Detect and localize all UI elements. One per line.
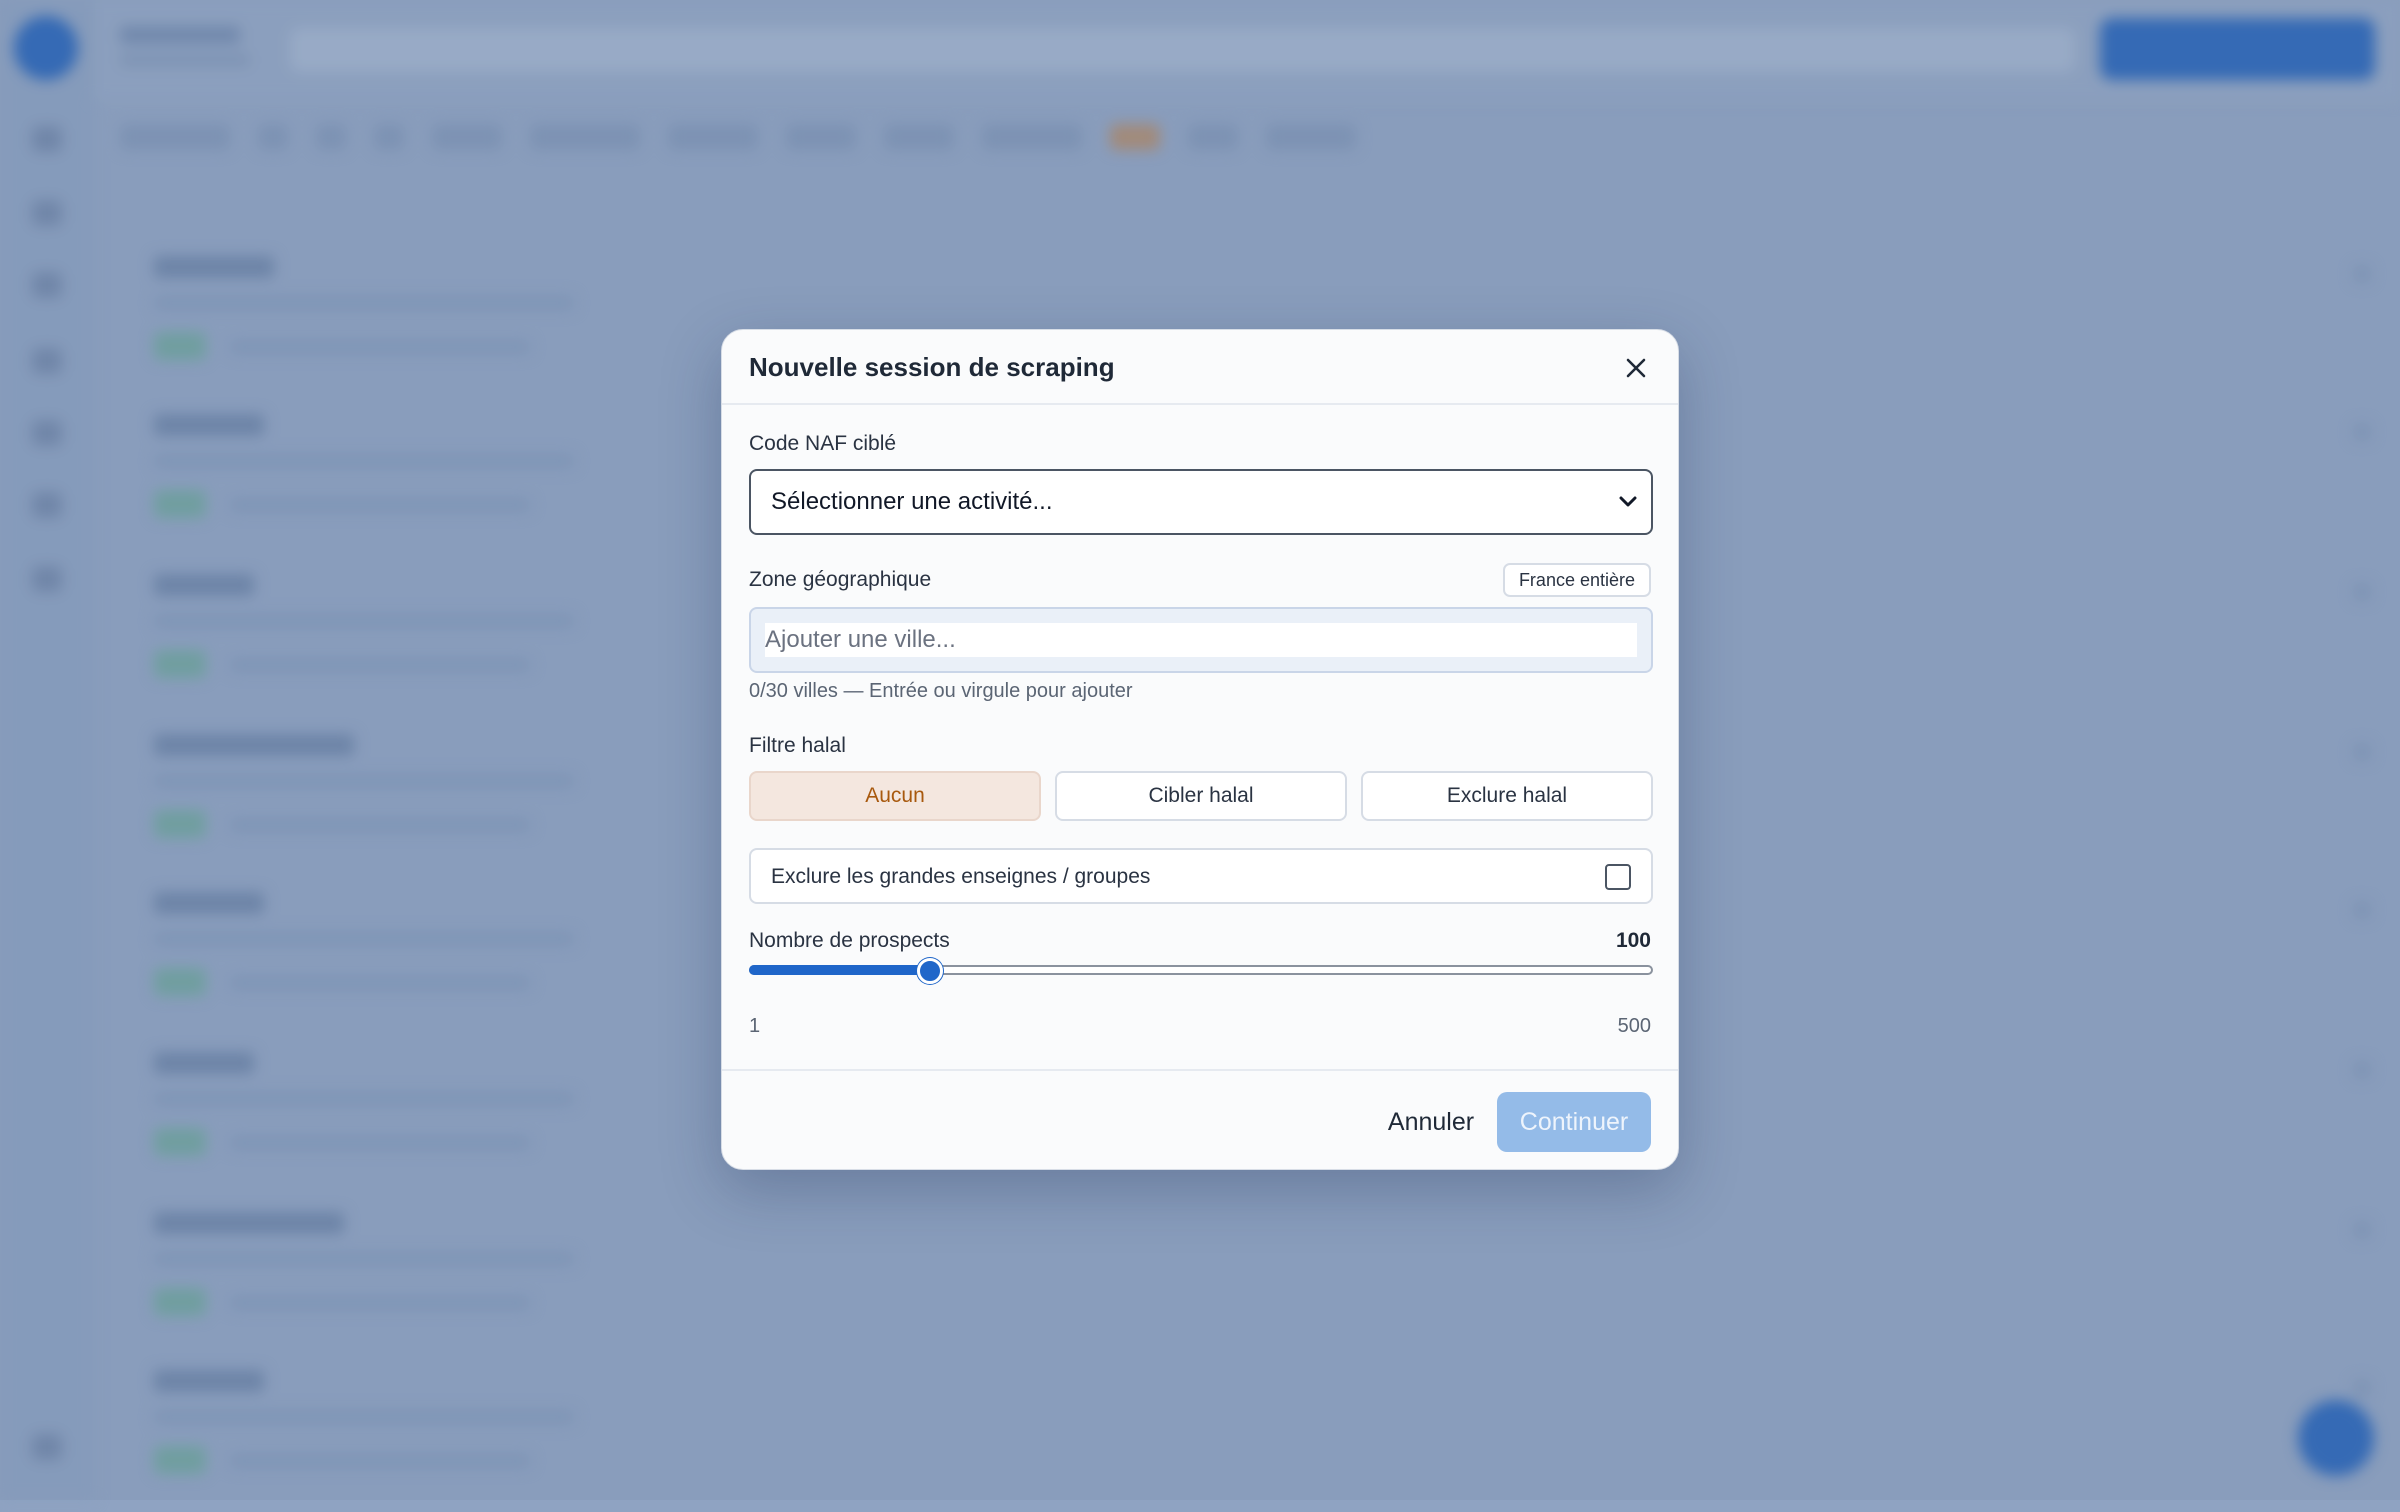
city-tag-input[interactable]	[749, 607, 1653, 673]
exclude-chains-checkbox[interactable]	[1605, 864, 1631, 890]
chevron-down-icon	[1619, 496, 1637, 507]
prospects-label: Nombre de prospects	[749, 929, 950, 952]
slider-fill	[749, 965, 930, 975]
slider-min-label: 1	[749, 1015, 761, 1037]
halal-option-target[interactable]: Cibler halal	[1055, 771, 1347, 821]
prospects-slider[interactable]	[749, 958, 1653, 984]
close-button[interactable]	[1618, 350, 1654, 386]
slider-thumb[interactable]	[916, 958, 943, 984]
exclude-chains-label: Exclure les grandes enseignes / groupes	[771, 865, 1151, 888]
halal-option-exclude[interactable]: Exclure halal	[1361, 771, 1653, 821]
slider-max-label: 500	[1617, 1015, 1651, 1037]
france-entiere-button[interactable]: France entière	[1502, 563, 1651, 597]
close-icon	[1626, 358, 1646, 378]
new-scraping-session-dialog: Nouvelle session de scraping Code NAF ci…	[721, 329, 1679, 1170]
modal-title: Nouvelle session de scraping	[749, 352, 1115, 382]
prospects-value: 100	[1615, 929, 1651, 952]
naf-code-label: Code NAF ciblé	[749, 432, 897, 455]
halal-filter-label: Filtre halal	[749, 734, 846, 757]
halal-option-none[interactable]: Aucun	[749, 771, 1041, 821]
zone-label: Zone géographique	[749, 568, 932, 591]
city-count-hint: 0/30 villes — Entrée ou virgule pour ajo…	[749, 680, 1133, 702]
city-input[interactable]	[765, 623, 1637, 657]
exclude-chains-row[interactable]: Exclure les grandes enseignes / groupes	[749, 848, 1653, 904]
continue-button[interactable]: Continuer	[1497, 1092, 1651, 1152]
naf-code-selected-value: Sélectionner une activité...	[771, 488, 1053, 515]
cancel-button[interactable]: Annuler	[1356, 1092, 1506, 1152]
modal-footer: Annuler Continuer	[722, 1069, 1678, 1171]
modal-header: Nouvelle session de scraping	[722, 330, 1678, 405]
naf-code-select[interactable]: Sélectionner une activité...	[749, 469, 1653, 535]
